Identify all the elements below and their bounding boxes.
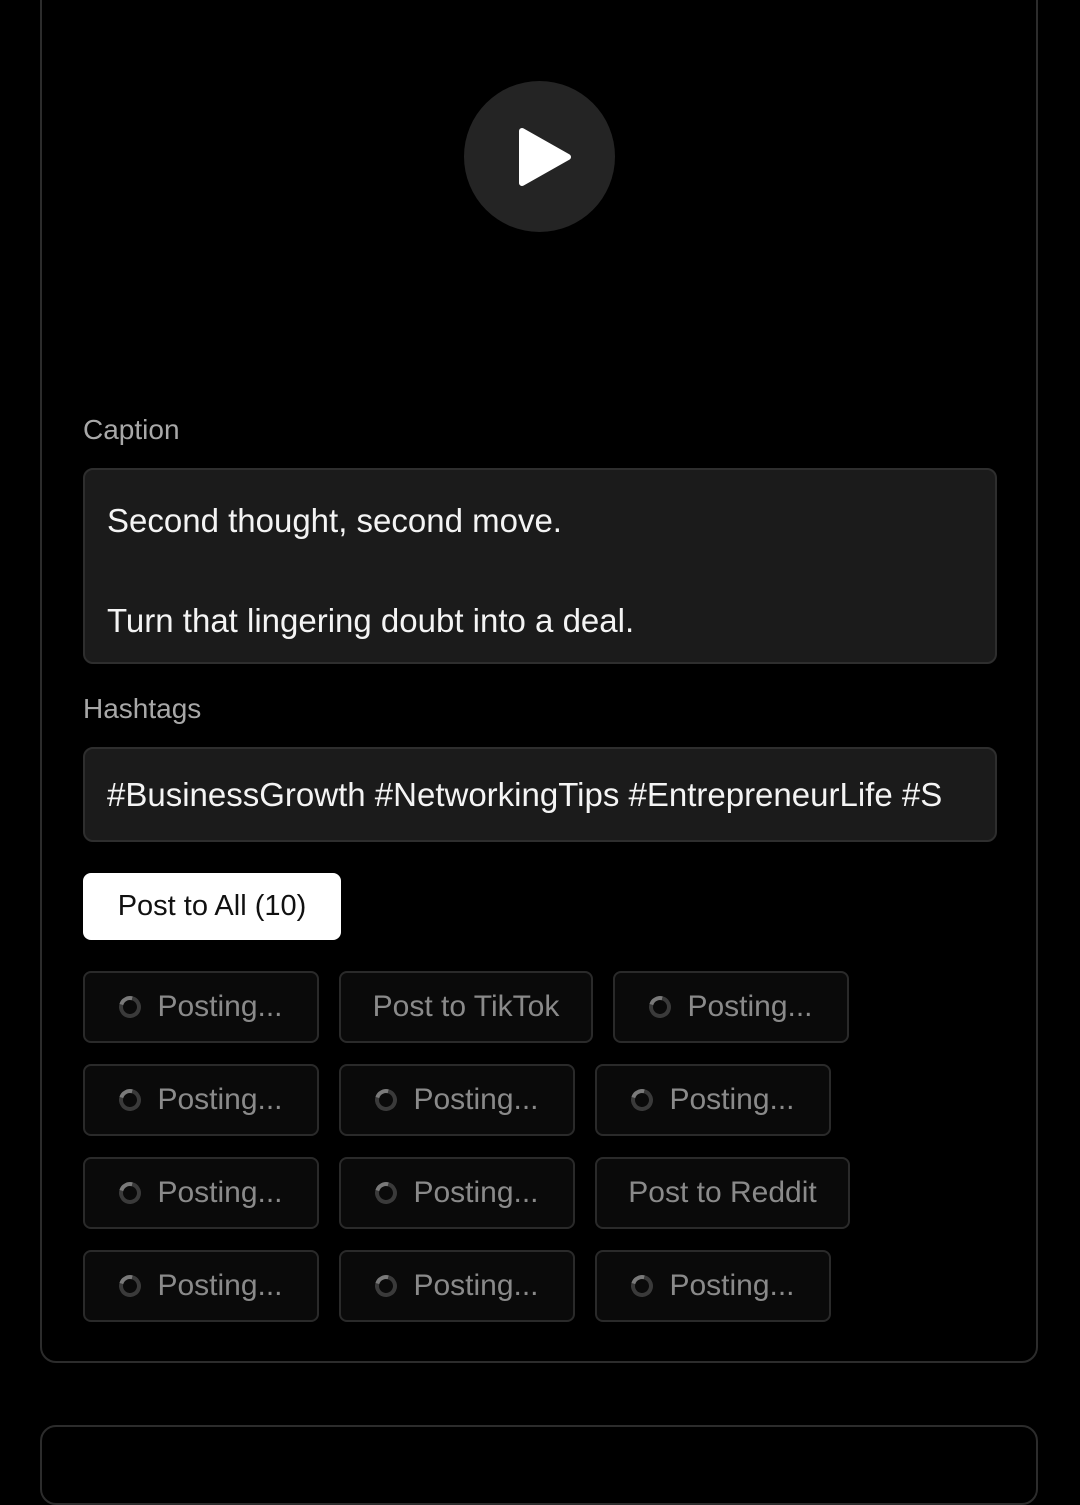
platform-button-label: Posting... xyxy=(157,1176,283,1209)
platform-button-label: Posting... xyxy=(157,990,283,1023)
spinner-icon xyxy=(115,991,146,1023)
platform-button[interactable]: Posting... xyxy=(613,971,849,1043)
platform-button-label: Posting... xyxy=(669,1269,795,1302)
platform-button[interactable]: Posting... xyxy=(595,1064,831,1136)
platform-button-label: Posting... xyxy=(413,1269,539,1302)
hashtags-field[interactable]: #BusinessGrowth #NetworkingTips #Entrepr… xyxy=(83,747,997,842)
caption-label: Caption xyxy=(83,414,180,445)
spinner-icon xyxy=(627,1084,658,1116)
post-to-tiktok-button[interactable]: Post to TikTok xyxy=(339,971,593,1043)
platform-button[interactable]: Posting... xyxy=(595,1250,831,1322)
platform-button[interactable]: Posting... xyxy=(83,1064,319,1136)
platform-button[interactable]: Posting... xyxy=(83,1157,319,1229)
spinner-icon xyxy=(371,1177,402,1209)
platform-button[interactable]: Posting... xyxy=(83,1250,319,1322)
platform-button-label: Posting... xyxy=(157,1269,283,1302)
play-icon xyxy=(518,127,571,186)
platform-button-label: Posting... xyxy=(157,1083,283,1116)
platform-button[interactable]: Posting... xyxy=(83,971,319,1043)
caption-field[interactable]: Second thought, second move. Turn that l… xyxy=(83,468,997,664)
platform-button-label: Posting... xyxy=(413,1176,539,1209)
post-to-reddit-button[interactable]: Post to Reddit xyxy=(595,1157,850,1229)
spinner-icon xyxy=(371,1270,402,1302)
platform-button-label: Posting... xyxy=(413,1083,539,1116)
next-post-card xyxy=(40,1425,1038,1505)
platform-button-label: Posting... xyxy=(687,990,813,1023)
spinner-icon xyxy=(371,1084,402,1116)
platform-button[interactable]: Posting... xyxy=(339,1157,575,1229)
spinner-icon xyxy=(115,1177,146,1209)
platform-button[interactable]: Posting... xyxy=(339,1250,575,1322)
spinner-icon xyxy=(115,1084,146,1116)
platform-button-label: Posting... xyxy=(669,1083,795,1116)
spinner-icon xyxy=(645,991,676,1023)
spinner-icon xyxy=(627,1270,658,1302)
spinner-icon xyxy=(115,1270,146,1302)
post-to-all-button[interactable]: Post to All (10) xyxy=(83,873,341,940)
play-button[interactable] xyxy=(464,81,615,232)
platform-button[interactable]: Posting... xyxy=(339,1064,575,1136)
platform-button-label: Post to Reddit xyxy=(628,1176,817,1209)
platform-button-label: Post to TikTok xyxy=(372,990,560,1023)
hashtags-label: Hashtags xyxy=(83,693,202,724)
